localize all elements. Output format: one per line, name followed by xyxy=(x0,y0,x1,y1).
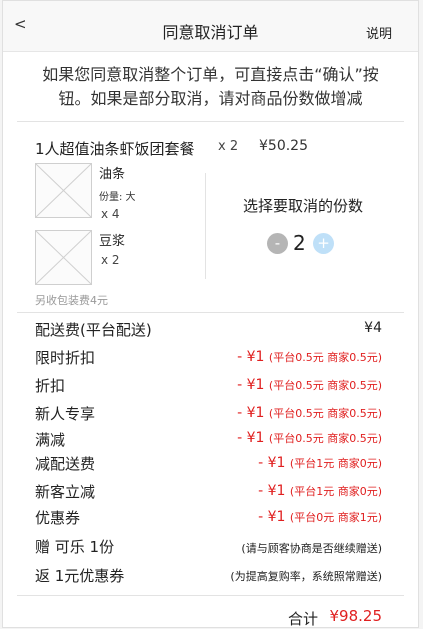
fee-label: 优惠券 xyxy=(35,509,81,527)
fee-split-detail: (平台1元 商家0元) xyxy=(289,457,382,470)
cancel-order-panel: < 同意取消订单 说明 如果您同意取消整个订单，可直接点击“确认”按 钮。如果是… xyxy=(2,0,419,628)
combo-name: 1人超值油条虾饭团套餐 xyxy=(35,140,195,158)
help-link[interactable]: 说明 xyxy=(366,23,392,42)
item-qty: x 2 xyxy=(101,253,120,267)
divider xyxy=(17,121,404,122)
item-image-placeholder xyxy=(35,230,92,285)
fee-amount-value: - ¥1 xyxy=(237,430,265,446)
fee-label: 限时折扣 xyxy=(35,349,96,367)
fee-amount-value: - ¥1 xyxy=(237,405,265,421)
fee-amount: - ¥1 (平台0元 商家1元) xyxy=(258,509,382,525)
fee-amount-value: - ¥1 xyxy=(237,377,265,393)
fee-amount-value: ¥4 xyxy=(364,320,382,336)
total-label: 合计 xyxy=(288,610,319,628)
fee-split-detail: (平台0.5元 商家0.5元) xyxy=(268,432,382,445)
header-bar: < 同意取消订单 说明 xyxy=(3,1,418,52)
gift-note: (请与顾客协商是否继续赠送) xyxy=(241,542,382,555)
decrement-button[interactable]: - xyxy=(267,233,288,254)
divider xyxy=(17,595,404,596)
stepper-value: 2 xyxy=(293,231,306,255)
image-placeholder-icon xyxy=(36,164,91,217)
item-qty: x 4 xyxy=(101,207,120,221)
fee-split-detail: (平台0.5元 商家0.5元) xyxy=(268,379,382,392)
fee-amount-value: - ¥1 xyxy=(258,483,286,499)
gift-note: (为提高复购率，系统照常赠送) xyxy=(230,570,382,583)
fee-amount: - ¥1 (平台0.5元 商家0.5元) xyxy=(237,377,382,393)
gift-label: 赠 可乐 1份 xyxy=(35,538,115,556)
fee-label: 配送费(平台配送) xyxy=(35,321,152,339)
fee-split-detail: (平台0.5元 商家0.5元) xyxy=(268,407,382,420)
fee-amount-value: - ¥1 xyxy=(258,509,286,525)
fee-split-detail: (平台1元 商家0元) xyxy=(289,485,382,498)
fee-split-detail: (平台0.5元 商家0.5元) xyxy=(268,351,382,364)
gift-label: 返 1元优惠券 xyxy=(35,567,125,585)
combo-price: ¥50.25 xyxy=(259,138,308,154)
fee-amount-value: - ¥1 xyxy=(237,349,265,365)
fee-amount: - ¥1 (平台0.5元 商家0.5元) xyxy=(237,405,382,421)
fee-amount: - ¥1 (平台1元 商家0元) xyxy=(258,483,382,499)
intro-line-1: 如果您同意取消整个订单，可直接点击“确认”按 xyxy=(42,65,379,84)
item-image-placeholder xyxy=(35,163,92,218)
item-name: 豆浆 xyxy=(99,234,126,249)
fee-amount-value: - ¥1 xyxy=(258,455,286,471)
combo-qty: x 2 xyxy=(218,139,239,154)
item-name: 油条 xyxy=(99,167,126,182)
total-value: ¥98.25 xyxy=(329,607,383,625)
item-spec: 份量: 大 xyxy=(99,192,136,203)
image-placeholder-icon xyxy=(36,231,91,284)
intro-line-2: 钮。如果是部分取消，请对商品份数做增减 xyxy=(58,89,363,108)
page-title: 同意取消订单 xyxy=(162,23,259,42)
fee-split-detail: (平台0元 商家1元) xyxy=(289,511,382,524)
fee-label: 减配送费 xyxy=(35,455,96,473)
fee-label: 新客立减 xyxy=(35,483,96,501)
fee-label: 新人专享 xyxy=(35,405,96,423)
vertical-divider xyxy=(205,173,206,279)
intro-text: 如果您同意取消整个订单，可直接点击“确认”按 钮。如果是部分取消，请对商品份数做… xyxy=(25,63,396,111)
divider xyxy=(17,312,404,313)
fee-amount: ¥4 xyxy=(364,320,382,336)
fee-label: 折扣 xyxy=(35,377,66,395)
fee-label: 满减 xyxy=(35,431,66,449)
cancel-quantity-label: 选择要取消的份数 xyxy=(242,197,363,215)
packaging-fee-note: 另收包装费4元 xyxy=(35,294,108,307)
increment-button[interactable]: + xyxy=(313,233,334,254)
fee-amount: - ¥1 (平台1元 商家0元) xyxy=(258,455,382,471)
fee-amount: - ¥1 (平台0.5元 商家0.5元) xyxy=(237,349,382,365)
fee-amount: - ¥1 (平台0.5元 商家0.5元) xyxy=(237,430,382,446)
